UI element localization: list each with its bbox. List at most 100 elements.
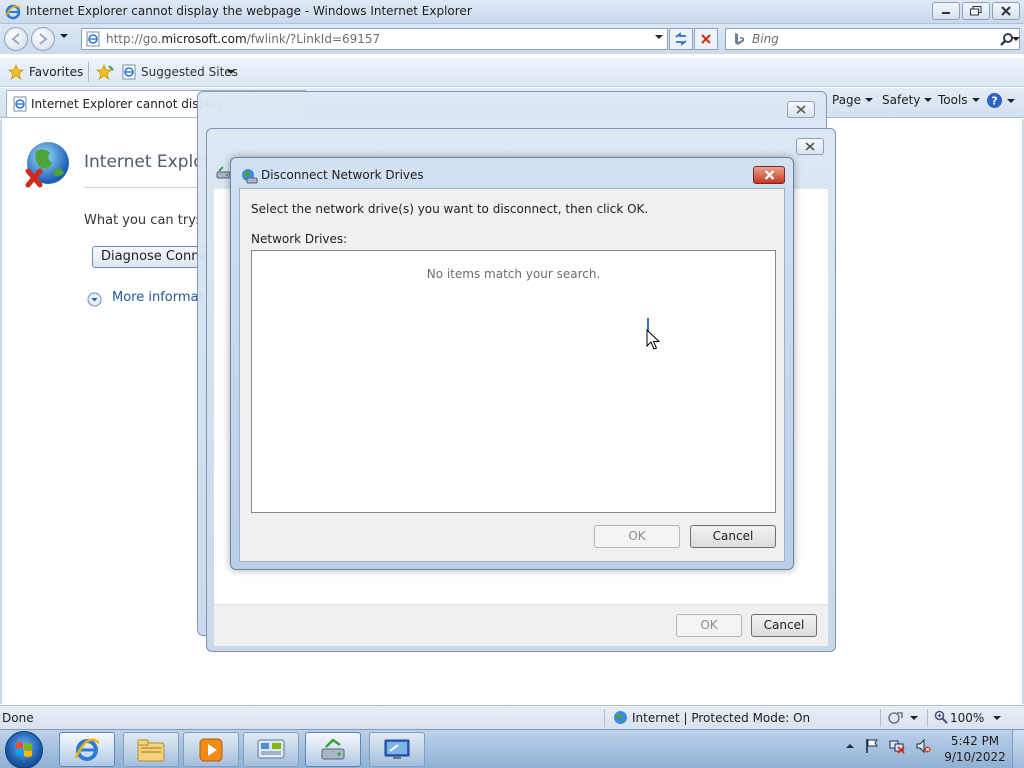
close-icon [764, 170, 774, 180]
address-text: http://go.microsoft.com/fwlink/?LinkId=6… [106, 32, 380, 46]
ie-titlebar: Internet Explorer cannot display the web… [0, 0, 1024, 24]
chevron-down-icon [865, 98, 874, 102]
taskbar: 5:42 PM 9/10/2022 [0, 729, 1024, 768]
url-domain: microsoft.com [161, 32, 247, 46]
dialog-body: Select the network drive(s) you want to … [239, 188, 785, 562]
url-prefix: http://go. [106, 32, 162, 46]
minimize-button[interactable] [932, 2, 960, 20]
bing-icon [735, 33, 744, 45]
navigation-bar: http://go.microsoft.com/fwlink/?LinkId=6… [0, 24, 1024, 54]
page-menu[interactable]: Page [832, 93, 874, 107]
page-icon [13, 96, 27, 112]
svg-text:?: ? [991, 95, 997, 108]
network-drives-list[interactable]: No items match your search. [251, 250, 776, 513]
favorites-button[interactable]: Favorites [29, 65, 83, 79]
network-drives-label: Network Drives: [251, 232, 348, 246]
close-icon [1001, 6, 1011, 16]
add-to-favorites-icon[interactable] [96, 64, 114, 80]
disconnect-drive-icon [242, 169, 258, 184]
ie-logo-icon [74, 738, 100, 761]
action-center-flag-icon[interactable] [865, 738, 879, 754]
chevron-down-icon[interactable] [910, 716, 918, 720]
system-tray [845, 738, 931, 754]
favorites-bar: Favorites Suggested Sites [0, 58, 1024, 87]
refresh-icon [675, 32, 687, 46]
volume-muted-icon[interactable] [915, 738, 931, 754]
taskbar-network-drives[interactable] [305, 732, 361, 767]
taskbar-internet-explorer[interactable] [59, 732, 115, 767]
start-button[interactable] [5, 731, 43, 768]
search-options-dropdown[interactable] [1012, 37, 1020, 41]
show-hidden-icons-icon[interactable] [845, 741, 855, 751]
zoom-level[interactable]: 100% [950, 711, 984, 725]
ok-button[interactable]: OK [594, 525, 680, 548]
background-cancel-button[interactable]: Cancel [751, 614, 817, 637]
dialog-close-button[interactable] [753, 166, 785, 184]
suggested-sites-icon [122, 64, 136, 80]
background-ok-button[interactable]: OK [676, 614, 742, 637]
restore-icon [970, 6, 982, 16]
background-dialog-close-button[interactable] [787, 101, 815, 118]
network-warning-icon[interactable] [889, 738, 905, 754]
protected-mode-icon[interactable] [888, 710, 904, 725]
page-menu-label: Page [832, 93, 862, 107]
address-bar[interactable]: http://go.microsoft.com/fwlink/?LinkId=6… [81, 28, 668, 50]
system-clock[interactable]: 5:42 PM 9/10/2022 [940, 733, 1010, 765]
forward-button[interactable] [31, 27, 55, 51]
chevron-down-icon [1007, 98, 1015, 103]
cancel-button[interactable]: Cancel [690, 525, 776, 548]
status-text: Done [2, 711, 34, 725]
monitor-icon [384, 739, 410, 759]
chevron-down-icon [924, 98, 933, 102]
close-icon [805, 142, 815, 151]
page-title: Internet Explor [84, 152, 211, 172]
status-bar: Done Internet | Protected Mode: On 100% [0, 705, 1024, 729]
recent-pages-dropdown[interactable] [60, 34, 68, 38]
show-desktop-button[interactable] [1012, 730, 1024, 768]
url-suffix: /fwlink/?LinkId=69157 [246, 32, 381, 46]
safety-menu-label: Safety [882, 93, 921, 107]
restore-button[interactable] [962, 2, 990, 20]
forward-arrow-icon [39, 33, 48, 45]
minimize-icon [942, 12, 950, 14]
help-icon: ? [987, 93, 1002, 108]
window-title: Internet Explorer cannot display the web… [26, 4, 472, 18]
status-divider [604, 709, 605, 727]
close-window-button[interactable] [992, 2, 1020, 20]
tab-label: Internet Explorer cannot display [31, 97, 224, 111]
suggested-sites-dropdown[interactable] [227, 70, 235, 74]
expand-chevron-icon[interactable] [87, 292, 102, 307]
suggested-sites-button[interactable]: Suggested Sites [141, 65, 238, 79]
tools-menu[interactable]: Tools [938, 93, 980, 107]
chevron-down-icon[interactable] [993, 716, 1001, 720]
status-divider [880, 709, 881, 727]
back-button[interactable] [4, 27, 28, 51]
search-box[interactable]: Bing [725, 28, 1020, 50]
taskbar-control-panel[interactable] [243, 732, 299, 767]
refresh-button[interactable] [669, 28, 693, 50]
clock-date: 9/10/2022 [944, 750, 1006, 764]
security-zone[interactable]: Internet | Protected Mode: On [632, 711, 810, 725]
taskbar-windows-explorer[interactable] [123, 732, 179, 767]
close-icon [796, 105, 806, 114]
empty-list-message: No items match your search. [426, 267, 601, 281]
safety-menu[interactable]: Safety [882, 93, 933, 107]
globe-error-icon [25, 142, 69, 188]
zoom-icon[interactable] [934, 710, 948, 724]
what-you-can-try-label: What you can try: [84, 213, 200, 228]
media-player-icon [199, 738, 223, 761]
search-placeholder: Bing [752, 32, 779, 46]
stop-button[interactable] [694, 28, 718, 50]
dialog-instruction: Select the network drive(s) you want to … [251, 202, 649, 216]
help-menu[interactable]: ? [986, 92, 1015, 109]
network-drive-icon [321, 737, 345, 759]
taskbar-media-player[interactable] [183, 732, 239, 767]
more-information-link[interactable]: More informat [112, 290, 204, 305]
address-dropdown[interactable] [655, 35, 663, 39]
taskbar-remote-desktop[interactable] [369, 732, 425, 767]
map-network-dialog-footer: OK Cancel [214, 604, 828, 646]
disconnect-network-drives-dialog: Disconnect Network Drives Select the net… [230, 157, 794, 570]
map-network-dialog-close-button[interactable] [796, 138, 824, 155]
mouse-pointer-icon [646, 329, 660, 350]
chevron-down-icon [971, 98, 980, 102]
